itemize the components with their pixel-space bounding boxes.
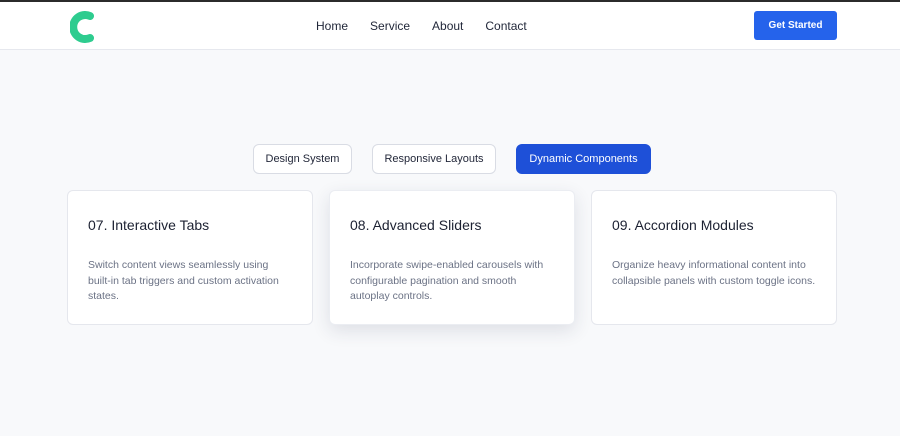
- card-advanced-sliders: 08. Advanced Sliders Incorporate swipe-e…: [329, 190, 575, 325]
- tab-design-system[interactable]: Design System: [253, 144, 352, 174]
- card-description: Organize heavy informational content int…: [612, 259, 816, 287]
- nav-service-link[interactable]: Service: [370, 19, 410, 33]
- card-title: 08. Advanced Sliders: [350, 217, 482, 233]
- card-title: 07. Interactive Tabs: [88, 217, 210, 233]
- card-accordion-modules: 09. Accordion Modules Organize heavy inf…: [591, 190, 837, 325]
- card-description: Incorporate swipe-enabled carousels with…: [350, 259, 544, 302]
- get-started-button[interactable]: Get Started: [754, 11, 837, 40]
- card-title: 09. Accordion Modules: [612, 217, 754, 233]
- main-nav: Home Service About Contact: [316, 2, 549, 50]
- nav-about-link[interactable]: About: [432, 19, 463, 33]
- category-tabs: Design System Responsive Layouts Dynamic…: [0, 144, 900, 174]
- site-header: Home Service About Contact Get Started: [0, 2, 900, 50]
- tab-responsive-layouts[interactable]: Responsive Layouts: [372, 144, 496, 174]
- card-description: Switch content views seamlessly using bu…: [88, 259, 279, 302]
- tab-dynamic-components[interactable]: Dynamic Components: [516, 144, 651, 174]
- nav-home-link[interactable]: Home: [316, 19, 348, 33]
- card-interactive-tabs: 07. Interactive Tabs Switch content view…: [67, 190, 313, 325]
- nav-contact-link[interactable]: Contact: [485, 19, 526, 33]
- logo-c-icon[interactable]: [70, 10, 94, 44]
